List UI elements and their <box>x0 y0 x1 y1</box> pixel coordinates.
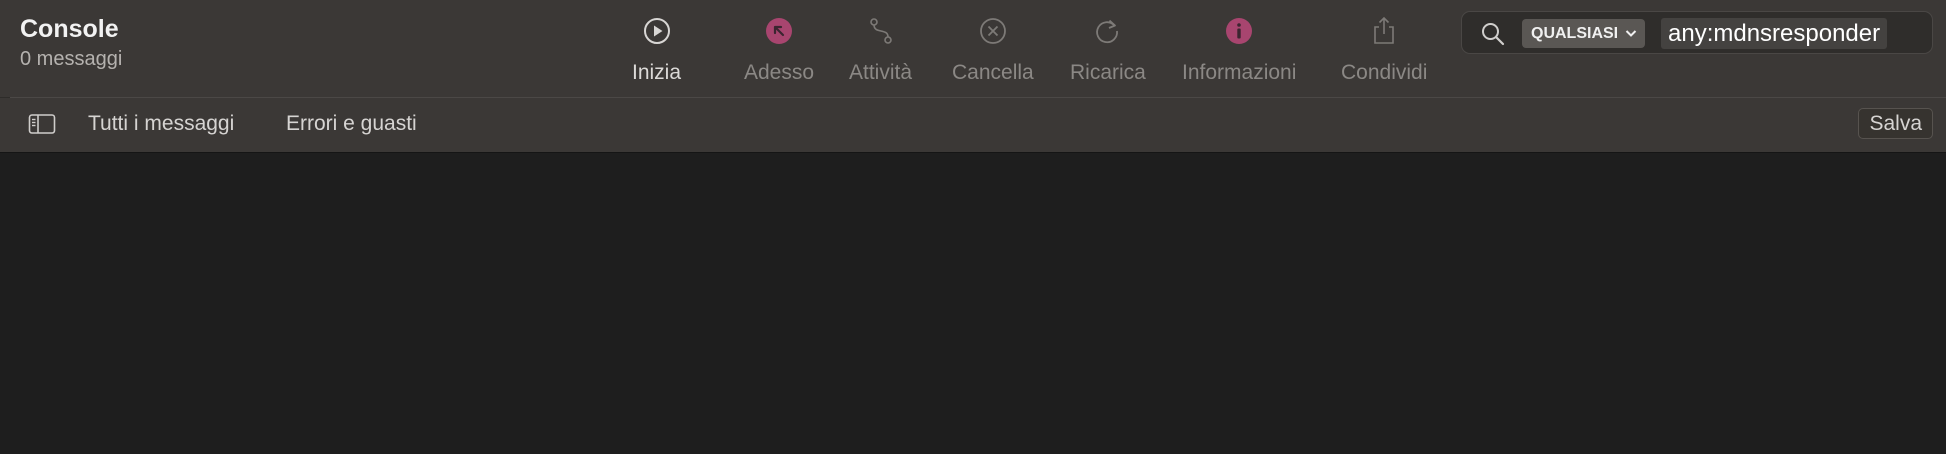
now-button[interactable]: Adesso <box>744 14 814 90</box>
log-message-area <box>0 153 1946 454</box>
play-circle-icon <box>640 14 674 48</box>
search-field[interactable]: QUALSIASI any:mdnsresponder <box>1461 11 1933 54</box>
favorite-errors-faults[interactable]: Errori e guasti <box>286 112 417 136</box>
save-button[interactable]: Salva <box>1858 108 1933 139</box>
clear-button[interactable]: Cancella <box>952 14 1034 90</box>
info-button[interactable]: Informazioni <box>1182 14 1296 90</box>
reload-button[interactable]: Ricarica <box>1070 14 1146 90</box>
share-button[interactable]: Condividi <box>1341 14 1427 90</box>
reload-label: Ricarica <box>1070 61 1146 84</box>
chevron-down-icon <box>1625 25 1637 43</box>
window-toolbar: Console 0 messaggi Inizia Adesso Attivit… <box>0 0 1946 98</box>
clear-label: Cancella <box>952 61 1034 84</box>
share-label: Condividi <box>1341 61 1428 84</box>
share-icon <box>1367 14 1401 48</box>
sidebar-toggle-icon[interactable] <box>28 113 56 140</box>
clear-x-circle-icon <box>976 14 1010 48</box>
favorites-bar: Tutti i messaggi Errori e guasti Salva <box>0 98 1946 153</box>
info-label: Informazioni <box>1182 61 1297 84</box>
info-circle-icon <box>1222 14 1256 48</box>
arrow-up-left-circle-icon <box>762 14 796 48</box>
message-count: 0 messaggi <box>20 48 123 70</box>
activity-path-icon <box>864 14 898 48</box>
start-button[interactable]: Inizia <box>632 14 681 90</box>
now-label: Adesso <box>744 61 815 84</box>
search-input[interactable]: any:mdnsresponder <box>1661 18 1888 49</box>
activities-label: Attività <box>849 61 913 84</box>
window-title: Console <box>20 15 119 43</box>
search-scope-label: QUALSIASI <box>1531 24 1619 42</box>
search-scope-token[interactable]: QUALSIASI <box>1522 19 1646 48</box>
reload-icon <box>1091 14 1125 48</box>
activities-button[interactable]: Attività <box>849 14 912 90</box>
favorite-all-messages[interactable]: Tutti i messaggi <box>88 112 234 136</box>
start-label: Inizia <box>632 61 682 84</box>
search-icon <box>1480 21 1506 52</box>
